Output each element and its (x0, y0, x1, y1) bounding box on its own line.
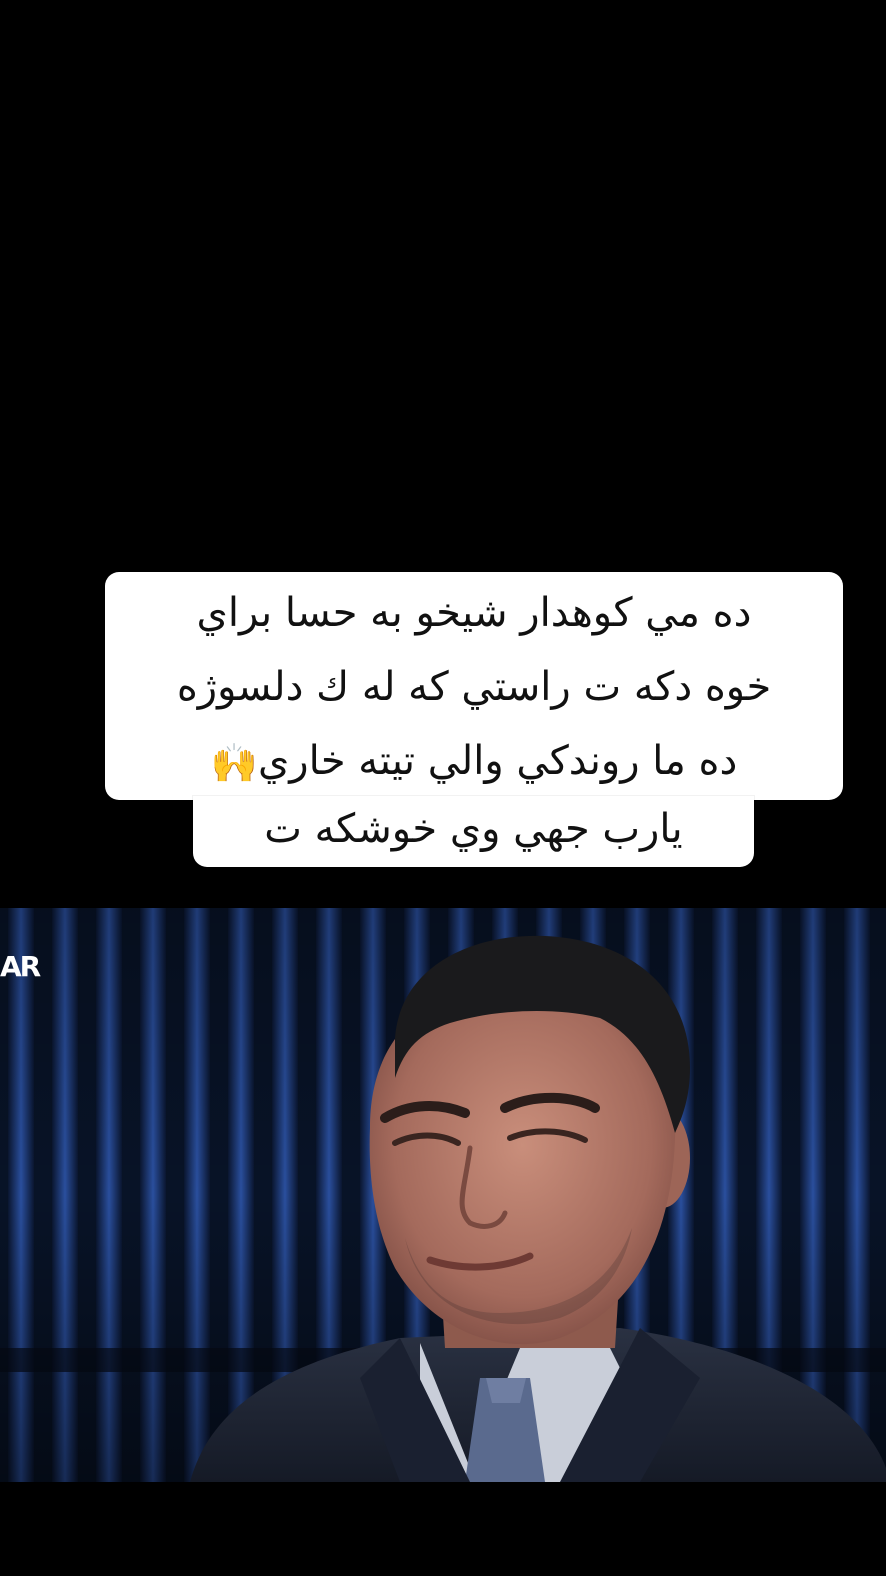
caption-line-3: ده ما روندكي والي تيته خاري🙌 (105, 724, 843, 800)
caption-line-2: خوه دكه ت راستي كه له ك دلسوژه (176, 664, 772, 710)
caption-bubble: ده مي كوهدار شيخو به حسا براي خوه دكه ت … (105, 572, 843, 800)
video-frame (0, 908, 886, 1482)
caption-line-4: يارب جهي وي خوشكه ت (264, 806, 683, 852)
channel-logo: AR (0, 950, 41, 983)
caption-line-1: ده مي كوهدار شيخو به حسا براي (196, 590, 752, 636)
video-still (0, 908, 886, 1482)
caption-line-3-text: ده ما روندكي والي تيته خاري (258, 738, 738, 784)
story-canvas: ده مي كوهدار شيخو به حسا براي خوه دكه ت … (0, 0, 886, 1576)
praying-hands-icon: 🙌 (210, 741, 258, 785)
caption-bubble-tail: يارب جهي وي خوشكه ت (193, 796, 754, 867)
